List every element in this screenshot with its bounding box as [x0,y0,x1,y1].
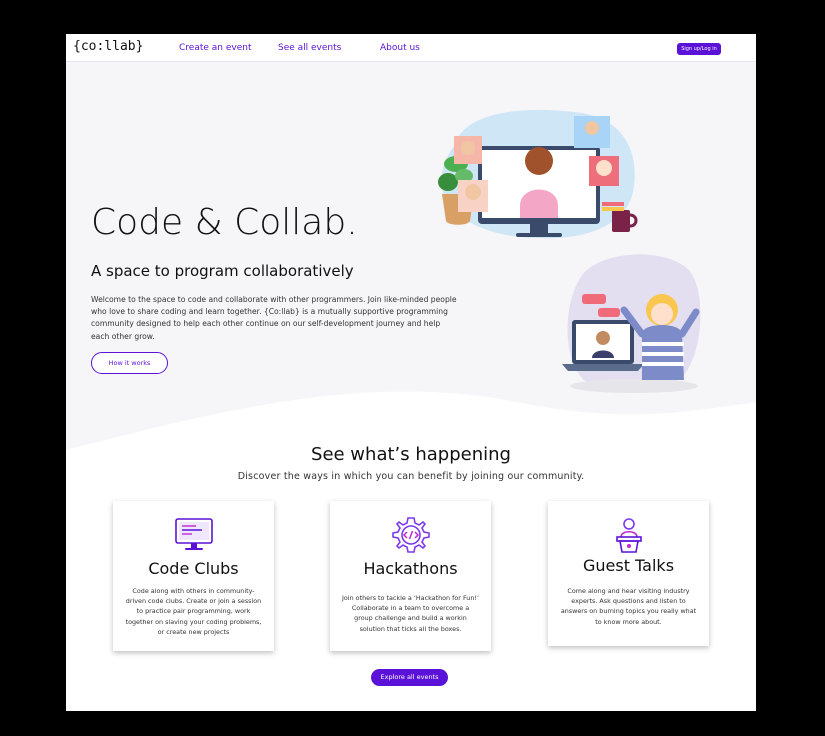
hero-title: Code & Collab. [91,202,358,243]
speaker-podium-icon [616,518,642,553]
nav-link-create-event[interactable]: Create an event [179,43,251,53]
hero-description: Welcome to the space to code and collabo… [91,295,457,341]
signup-login-button[interactable]: Sign up/Log in [677,43,721,55]
monitor-code-icon [175,518,213,550]
video-call-illustration [438,109,638,239]
card-title: Guest Talks [582,556,675,575]
card-text: Code along with others in community-driv… [125,587,262,636]
section-subtitle: Discover the ways in which you can benef… [237,471,585,482]
card-text: Join others to tackle a ‘Hackathon for F… [342,594,479,633]
logo[interactable]: {co:llab} [73,39,143,54]
laptop-person-illustration [562,254,701,393]
explore-all-events-button[interactable]: Explore all events [371,669,448,686]
page: {co:llab} Create an event See all events… [66,34,756,711]
hero-subtitle: A space to program collaboratively [91,262,354,280]
card-hackathons[interactable]: Hackathons Join others to tackle a ‘Hack… [330,501,491,651]
card-title: Code Clubs [148,559,239,578]
card-code-clubs[interactable]: Code Clubs Code along with others in com… [113,501,274,651]
nav-link-about-us[interactable]: About us [380,43,420,53]
section-title: See what’s happening [311,444,511,465]
card-guest-talks[interactable]: Guest Talks Come along and hear visiting… [548,501,709,646]
nav-link-see-all-events[interactable]: See all events [278,43,341,53]
card-text: Come along and hear visiting industry ex… [560,587,697,626]
hero-section: Code & Collab. A space to program collab… [66,62,756,482]
card-title: Hackathons [363,559,458,578]
how-it-works-button[interactable]: How it works [91,352,168,374]
gear-code-icon [392,517,430,553]
top-nav: {co:llab} Create an event See all events… [66,34,756,62]
